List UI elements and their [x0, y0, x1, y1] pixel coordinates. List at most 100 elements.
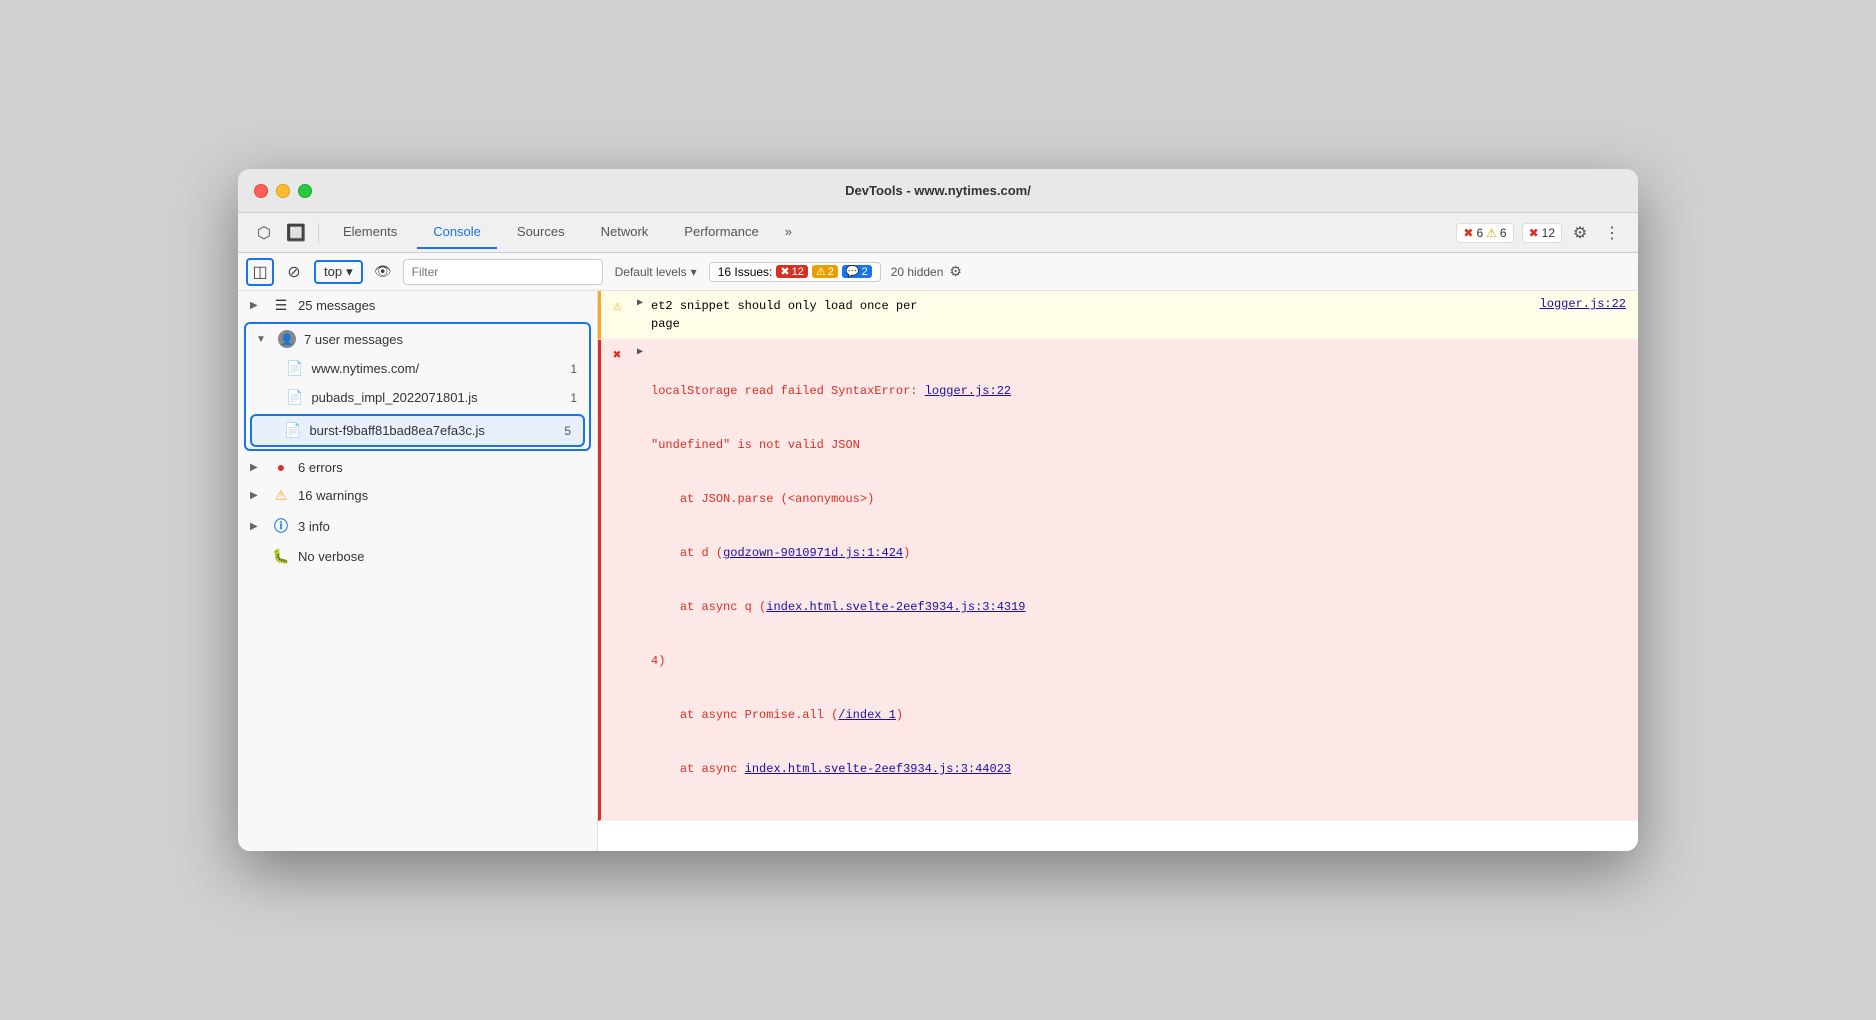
- index-link-3[interactable]: index.html.svelte-2eef3934.js:3:44023: [745, 762, 1011, 776]
- error-detail-2: at JSON.parse (<anonymous>): [651, 490, 1626, 508]
- error-circle-icon: ●: [272, 459, 290, 475]
- user-icon: 👤: [278, 330, 296, 348]
- errors-arrow-icon: ▶: [250, 462, 264, 473]
- warning-entry-icon: ⚠: [613, 298, 629, 315]
- chevron-down-icon: ▾: [346, 264, 353, 280]
- error-main-text: localStorage read failed SyntaxError: lo…: [651, 382, 1011, 400]
- burst-label: burst-f9baff81bad8ea7efa3c.js: [309, 423, 556, 438]
- sidebar-item-nytimes[interactable]: 📄 www.nytimes.com/ 1: [246, 354, 589, 383]
- sidebar-toggle-button[interactable]: ◫: [246, 258, 274, 286]
- sidebar-item-warnings[interactable]: ▶ ⚠ 16 warnings: [238, 481, 597, 510]
- console-entry-warning: ⚠ ▶ et2 snippet should only load once pe…: [598, 291, 1638, 340]
- console-entry-vhs: vhs For complete VHS debug info: logger.…: [598, 821, 1638, 851]
- main-content: ▶ ☰ 25 messages ▼ 👤 7 user messages 📄 ww…: [238, 291, 1638, 851]
- issues-count: 12: [1542, 226, 1555, 240]
- sidebar-item-errors[interactable]: ▶ ● 6 errors: [238, 453, 597, 481]
- levels-dropdown[interactable]: Default levels ▾: [609, 263, 703, 281]
- eye-button[interactable]: 👁: [369, 258, 397, 286]
- messages-list-icon: ☰: [272, 297, 290, 314]
- warnings-arrow-icon: ▶: [250, 490, 264, 501]
- error-source-link-1[interactable]: logger.js:22: [925, 384, 1011, 398]
- issues-text: 16 Issues:: [718, 265, 773, 279]
- info-circle-icon: ⓘ: [272, 516, 290, 536]
- burst-item-wrapper: 📄 burst-f9baff81bad8ea7efa3c.js 5: [250, 414, 585, 447]
- sidebar-item-verbose[interactable]: 🐛 No verbose: [238, 542, 597, 571]
- close-button[interactable]: [254, 184, 268, 198]
- settings-button[interactable]: ⚙: [1566, 219, 1594, 247]
- console-settings-icon[interactable]: ⚙: [949, 263, 962, 280]
- nytimes-count: 1: [570, 362, 577, 376]
- error-detail-1: "undefined" is not valid JSON: [651, 436, 1626, 454]
- traffic-lights: [254, 184, 312, 198]
- issues-info-count: 2: [862, 266, 868, 278]
- tab-network[interactable]: Network: [585, 216, 665, 249]
- tab-elements[interactable]: Elements: [327, 216, 413, 249]
- error-detail-5: 4): [651, 652, 1626, 670]
- inspect-button[interactable]: 🔲: [282, 219, 310, 247]
- console-output[interactable]: ⚠ ▶ et2 snippet should only load once pe…: [598, 291, 1638, 851]
- warning-count: 6: [1500, 226, 1507, 240]
- tab-sources[interactable]: Sources: [501, 216, 581, 249]
- sidebar-item-burst[interactable]: 📄 burst-f9baff81bad8ea7efa3c.js 5: [252, 416, 583, 445]
- titlebar: DevTools - www.nytimes.com/: [238, 169, 1638, 213]
- hidden-badge: 20 hidden: [891, 265, 944, 279]
- user-messages-group: ▼ 👤 7 user messages 📄 www.nytimes.com/ 1…: [244, 322, 591, 451]
- devtools-window: DevTools - www.nytimes.com/ ⬡ 🔲 Elements…: [238, 169, 1638, 851]
- issues-count-badge[interactable]: ✖ 12: [1522, 223, 1562, 243]
- console-entry-error: ✖ ▶ localStorage read failed SyntaxError…: [598, 340, 1638, 821]
- error-detail-3: at d (godzown-9010971d.js:1:424): [651, 544, 1626, 562]
- issues-info-icon: 💬: [846, 265, 860, 278]
- warning-source-link[interactable]: logger.js:22: [1540, 297, 1626, 311]
- sidebar-item-pubads[interactable]: 📄 pubads_impl_2022071801.js 1: [246, 383, 589, 412]
- warning-badge-icon: ⚠: [1486, 226, 1497, 240]
- user-messages-label: 7 user messages: [304, 332, 579, 347]
- context-dropdown[interactable]: top ▾: [314, 260, 363, 284]
- messages-arrow-icon: ▶: [250, 300, 264, 311]
- index-link-1[interactable]: index.html.svelte-2eef3934.js:3:4319: [766, 600, 1025, 614]
- filter-input[interactable]: [403, 259, 603, 285]
- levels-label: Default levels: [615, 265, 687, 279]
- error-expand-icon[interactable]: ▶: [637, 346, 643, 358]
- issues-warning-badge: ⚠ 2: [812, 265, 838, 278]
- vhs-text-block: vhs For complete VHS debug info: logger.…: [634, 827, 1626, 851]
- issues-error-icon: ✖: [780, 265, 789, 278]
- issues-warning-count: 2: [828, 266, 834, 278]
- godzown-link[interactable]: godzown-9010971d.js:1:424: [723, 546, 903, 560]
- sidebar-item-messages[interactable]: ▶ ☰ 25 messages: [238, 291, 597, 320]
- tab-more[interactable]: »: [779, 220, 798, 245]
- verbose-label: No verbose: [298, 549, 585, 564]
- warning-expand-icon[interactable]: ▶: [637, 297, 643, 309]
- burst-count: 5: [564, 424, 571, 438]
- cursor-tool-button[interactable]: ⬡: [250, 219, 278, 247]
- window-title: DevTools - www.nytimes.com/: [845, 183, 1031, 198]
- issues-badge[interactable]: 16 Issues: ✖ 12 ⚠ 2 💬 2: [709, 262, 881, 282]
- error-detail-6: at async Promise.all (/index 1): [651, 706, 1626, 724]
- minimize-button[interactable]: [276, 184, 290, 198]
- more-options-button[interactable]: ⋮: [1598, 219, 1626, 247]
- issues-info-badge: 💬 2: [842, 265, 872, 278]
- console-toolbar: ◫ ⊘ top ▾ 👁 Default levels ▾ 16 Issues: …: [238, 253, 1638, 291]
- error-count-badge[interactable]: ✖ 6 ⚠ 6: [1456, 223, 1513, 243]
- tab-console[interactable]: Console: [417, 216, 497, 249]
- warning-triangle-icon: ⚠: [272, 487, 290, 504]
- clear-console-button[interactable]: ⊘: [280, 258, 308, 286]
- info-label: 3 info: [298, 519, 585, 534]
- main-toolbar: ⬡ 🔲 Elements Console Sources Network Per…: [238, 213, 1638, 253]
- issues-badge-icon: ✖: [1529, 226, 1539, 240]
- index-link-2[interactable]: /index 1: [838, 708, 896, 722]
- sidebar: ▶ ☰ 25 messages ▼ 👤 7 user messages 📄 ww…: [238, 291, 598, 851]
- error-detail-4: at async q (index.html.svelte-2eef3934.j…: [651, 598, 1626, 616]
- error-count: 6: [1476, 226, 1483, 240]
- sidebar-item-info[interactable]: ▶ ⓘ 3 info: [238, 510, 597, 542]
- issues-error-count: 12: [792, 266, 804, 278]
- maximize-button[interactable]: [298, 184, 312, 198]
- levels-chevron-icon: ▾: [691, 265, 697, 279]
- warnings-label: 16 warnings: [298, 488, 585, 503]
- errors-label: 6 errors: [298, 460, 585, 475]
- tab-performance[interactable]: Performance: [668, 216, 774, 249]
- sidebar-item-user-messages[interactable]: ▼ 👤 7 user messages: [246, 324, 589, 354]
- burst-file-icon: 📄: [284, 422, 301, 439]
- nytimes-label: www.nytimes.com/: [311, 361, 562, 376]
- context-label: top: [324, 264, 342, 279]
- messages-label: 25 messages: [298, 298, 585, 313]
